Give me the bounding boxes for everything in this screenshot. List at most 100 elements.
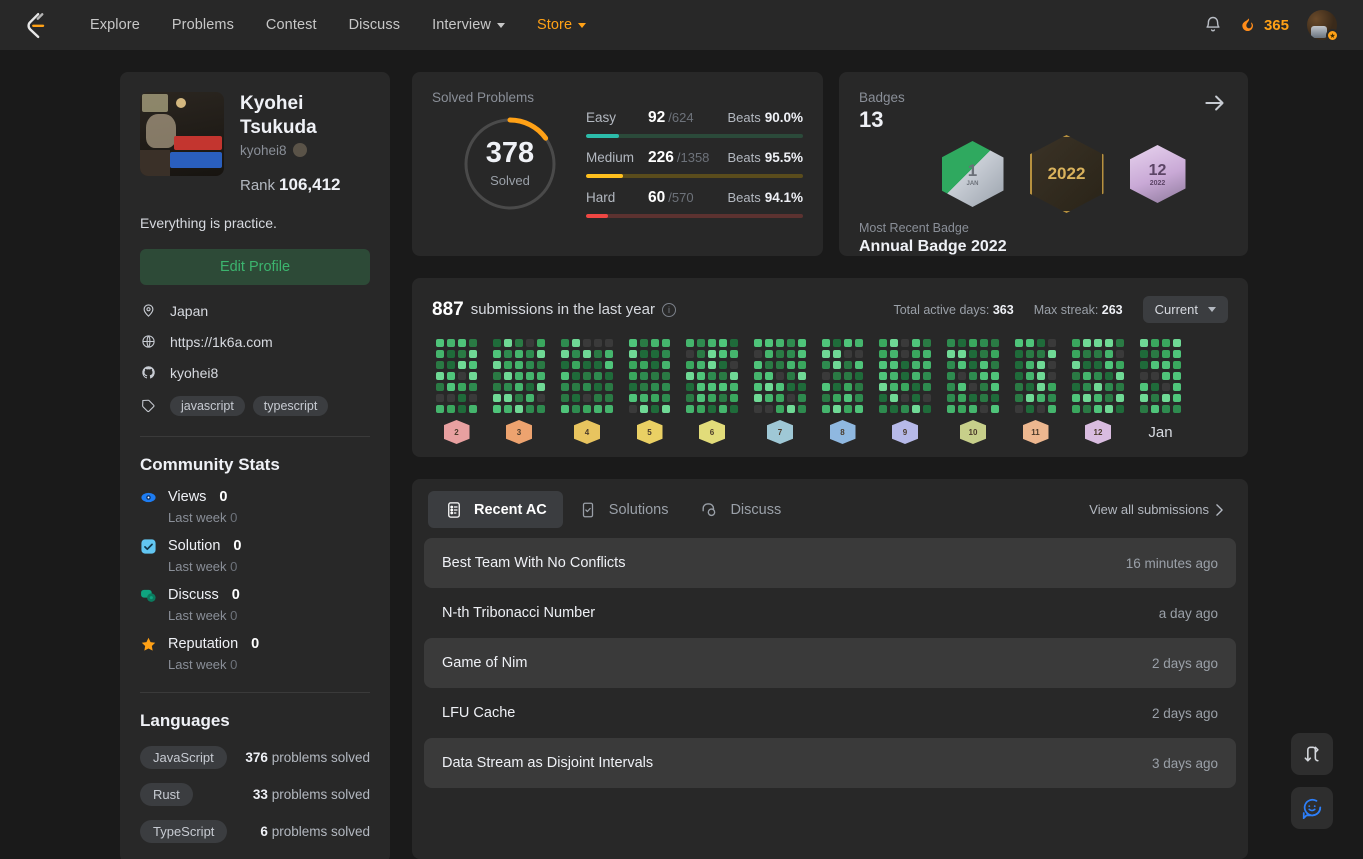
heatmap-cell[interactable]	[662, 350, 670, 358]
badge-icon-annual-2022[interactable]: 2022	[1029, 135, 1104, 213]
heatmap-cell[interactable]	[1162, 383, 1170, 391]
heatmap-cell[interactable]	[436, 383, 444, 391]
heatmap-cell[interactable]	[697, 405, 705, 413]
heatmap-cell[interactable]	[901, 394, 909, 402]
heatmap-cell[interactable]	[879, 339, 887, 347]
heatmap-cell[interactable]	[537, 339, 545, 347]
heatmap-cell[interactable]	[561, 339, 569, 347]
heatmap-cell[interactable]	[844, 405, 852, 413]
heatmap-cell[interactable]	[754, 339, 762, 347]
heatmap-cell[interactable]	[686, 383, 694, 391]
profile-picture[interactable]	[140, 92, 224, 176]
heatmap-cell[interactable]	[947, 361, 955, 369]
heatmap-cell[interactable]	[504, 394, 512, 402]
heatmap-cell[interactable]	[1026, 383, 1034, 391]
heatmap-cell[interactable]	[719, 339, 727, 347]
heatmap-cell[interactable]	[1162, 372, 1170, 380]
heatmap-cell[interactable]	[662, 361, 670, 369]
heatmap-cell[interactable]	[980, 405, 988, 413]
submission-row[interactable]: N-th Tribonacci Number a day ago	[424, 588, 1236, 638]
heatmap-cell[interactable]	[901, 405, 909, 413]
badge-icon-dec-2022[interactable]: 12 2022	[1129, 145, 1186, 203]
heatmap-cell[interactable]	[526, 394, 534, 402]
heatmap-cell[interactable]	[651, 361, 659, 369]
heatmap-cell[interactable]	[493, 361, 501, 369]
heatmap-cell[interactable]	[730, 405, 738, 413]
heatmap-cell[interactable]	[1094, 350, 1102, 358]
heatmap-cell[interactable]	[923, 361, 931, 369]
heatmap-cell[interactable]	[640, 361, 648, 369]
heatmap-cell[interactable]	[958, 372, 966, 380]
heatmap-cell[interactable]	[605, 372, 613, 380]
heatmap-cell[interactable]	[629, 361, 637, 369]
heatmap-cell[interactable]	[629, 405, 637, 413]
info-icon[interactable]: i	[661, 302, 676, 317]
heatmap-cell[interactable]	[686, 361, 694, 369]
heatmap-cell[interactable]	[787, 372, 795, 380]
heatmap-cell[interactable]	[1094, 383, 1102, 391]
heatmap-cell[interactable]	[594, 405, 602, 413]
heatmap-cell[interactable]	[572, 372, 580, 380]
heatmap-cell[interactable]	[1015, 383, 1023, 391]
heatmap-cell[interactable]	[947, 372, 955, 380]
heatmap-cell[interactable]	[787, 405, 795, 413]
heatmap-cell[interactable]	[1151, 394, 1159, 402]
heatmap-cell[interactable]	[526, 339, 534, 347]
heatmap-cell[interactable]	[526, 372, 534, 380]
heatmap-cell[interactable]	[594, 383, 602, 391]
heatmap-cell[interactable]	[686, 394, 694, 402]
heatmap-cell[interactable]	[708, 361, 716, 369]
heatmap-cell[interactable]	[787, 394, 795, 402]
heatmap-cell[interactable]	[855, 394, 863, 402]
heatmap-cell[interactable]	[1162, 339, 1170, 347]
heatmap-cell[interactable]	[1026, 372, 1034, 380]
heatmap-cell[interactable]	[765, 372, 773, 380]
heatmap-cell[interactable]	[583, 361, 591, 369]
arrow-right-icon[interactable]	[1202, 90, 1228, 116]
heatmap-cell[interactable]	[798, 361, 806, 369]
heatmap-cell[interactable]	[833, 350, 841, 358]
heatmap-cell[interactable]	[1116, 350, 1124, 358]
heatmap-cell[interactable]	[991, 405, 999, 413]
heatmap-cell[interactable]	[1094, 394, 1102, 402]
heatmap-cell[interactable]	[765, 339, 773, 347]
heatmap-cell[interactable]	[504, 372, 512, 380]
heatmap-cell[interactable]	[855, 383, 863, 391]
heatmap-cell[interactable]	[493, 394, 501, 402]
monthly-badge-icon[interactable]: 5	[636, 420, 663, 444]
heatmap-cell[interactable]	[844, 383, 852, 391]
heatmap-cell[interactable]	[708, 350, 716, 358]
heatmap-cell[interactable]	[686, 405, 694, 413]
heatmap-cell[interactable]	[458, 383, 466, 391]
heatmap-cell[interactable]	[686, 372, 694, 380]
heatmap-cell[interactable]	[515, 405, 523, 413]
heatmap-cell[interactable]	[822, 394, 830, 402]
heatmap-cell[interactable]	[890, 350, 898, 358]
heatmap-cell[interactable]	[1048, 339, 1056, 347]
heatmap-cell[interactable]	[697, 383, 705, 391]
heatmap-cell[interactable]	[504, 361, 512, 369]
heatmap-cell[interactable]	[991, 394, 999, 402]
heatmap-cell[interactable]	[605, 350, 613, 358]
heatmap-cell[interactable]	[1173, 383, 1181, 391]
heatmap-cell[interactable]	[605, 361, 613, 369]
heatmap-cell[interactable]	[776, 383, 784, 391]
heatmap-cell[interactable]	[1173, 350, 1181, 358]
heatmap-cell[interactable]	[572, 383, 580, 391]
heatmap-cell[interactable]	[1116, 372, 1124, 380]
heatmap-cell[interactable]	[787, 350, 795, 358]
heatmap-cell[interactable]	[844, 361, 852, 369]
heatmap-cell[interactable]	[458, 339, 466, 347]
heatmap-cell[interactable]	[1173, 372, 1181, 380]
heatmap-cell[interactable]	[436, 339, 444, 347]
monthly-badge-icon[interactable]: 10	[960, 420, 986, 444]
heatmap-cell[interactable]	[855, 339, 863, 347]
heatmap-cell[interactable]	[436, 405, 444, 413]
heatmap-cell[interactable]	[583, 383, 591, 391]
heatmap-cell[interactable]	[1140, 405, 1148, 413]
heatmap-cell[interactable]	[844, 350, 852, 358]
heatmap-cell[interactable]	[1140, 372, 1148, 380]
heatmap-cell[interactable]	[947, 339, 955, 347]
heatmap-cell[interactable]	[1140, 383, 1148, 391]
heatmap-cell[interactable]	[640, 350, 648, 358]
